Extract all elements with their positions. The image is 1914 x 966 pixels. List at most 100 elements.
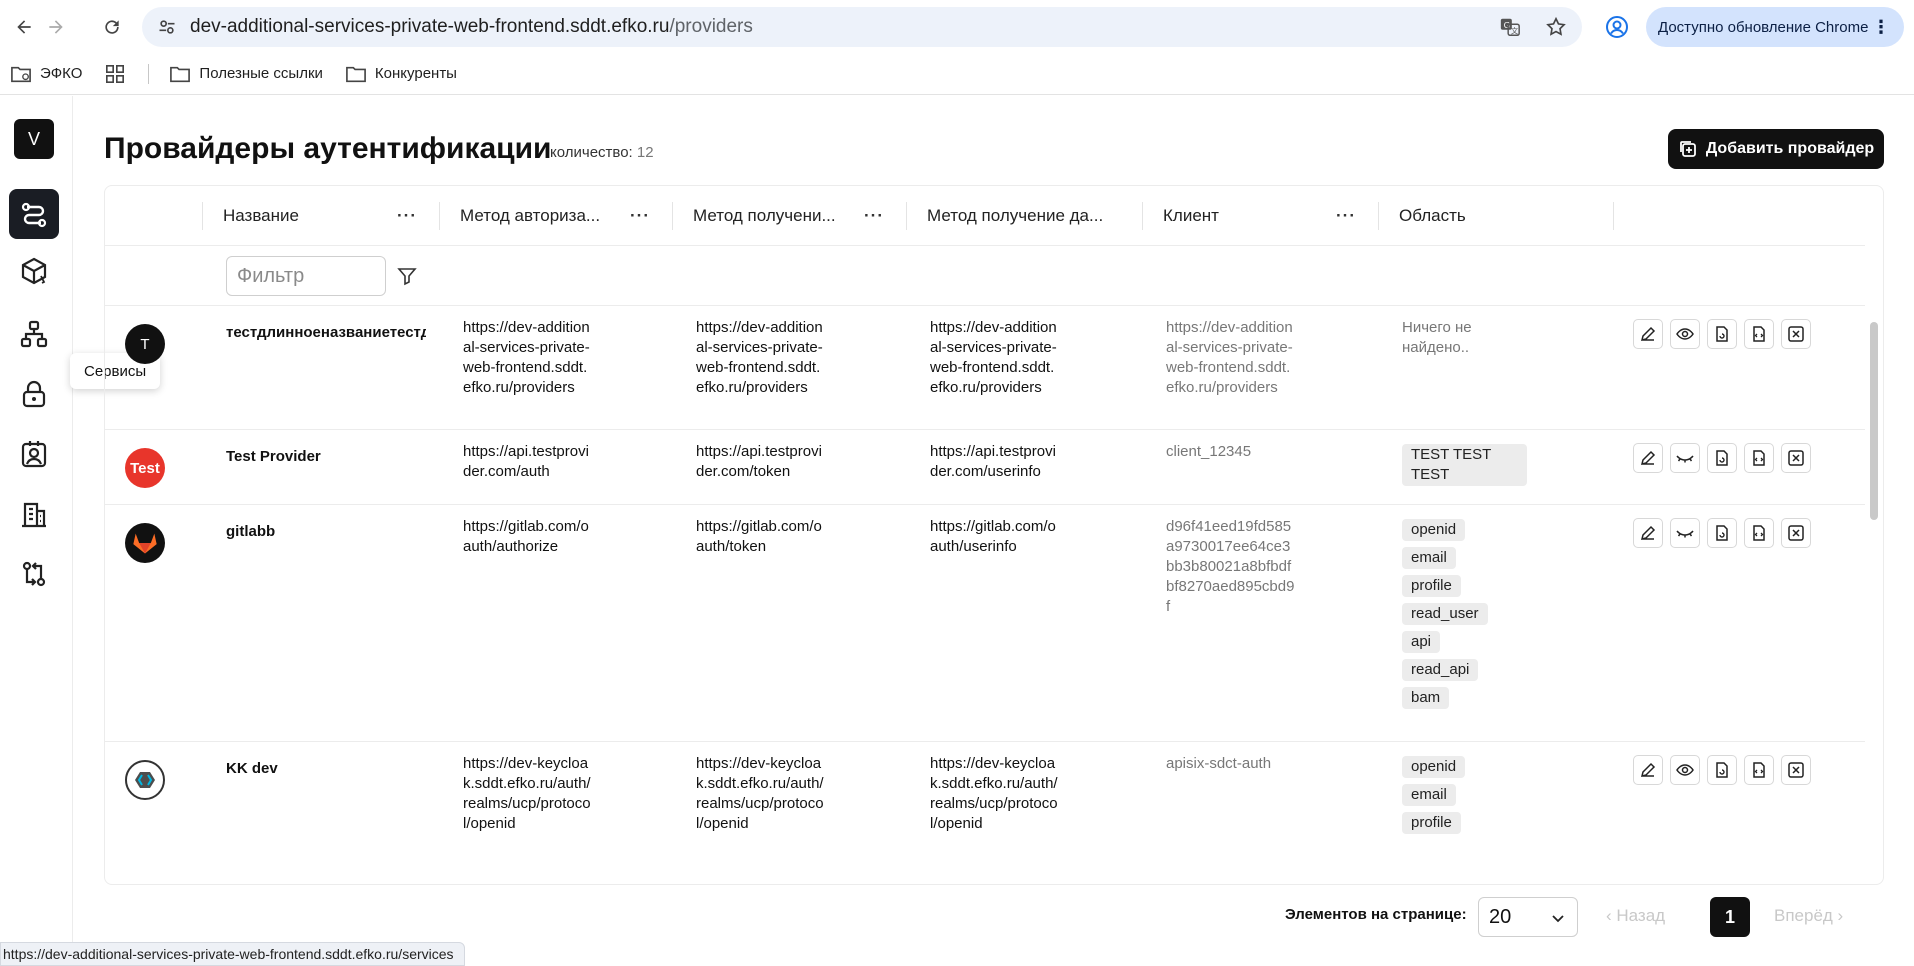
column-header-scope[interactable]: Область bbox=[1378, 186, 1613, 246]
scope-tag: read_user bbox=[1402, 603, 1488, 625]
bookmark-star-icon[interactable] bbox=[1544, 15, 1568, 39]
browser-toolbar: dev-additional-services-private-web-fron… bbox=[0, 0, 1914, 53]
profile-icon[interactable] bbox=[1603, 13, 1631, 41]
eye-icon bbox=[1676, 328, 1694, 340]
translate-icon[interactable]: G文 bbox=[1498, 15, 1522, 39]
sidebar-item-users[interactable] bbox=[9, 429, 59, 479]
bookmark-useful-links[interactable]: Полезные ссылки bbox=[169, 64, 323, 84]
sidebar-item-services[interactable] bbox=[9, 246, 59, 296]
column-menu-icon[interactable]: ··· bbox=[397, 206, 417, 226]
edit-button[interactable] bbox=[1633, 755, 1663, 785]
delete-button[interactable] bbox=[1781, 755, 1811, 785]
table-row[interactable]: KK dev https://dev-keycloak.sddt.efko.ru… bbox=[105, 742, 1865, 884]
site-settings-icon[interactable] bbox=[156, 16, 178, 38]
code-button[interactable] bbox=[1744, 319, 1774, 349]
edit-button[interactable] bbox=[1633, 443, 1663, 473]
provider-logo: T bbox=[125, 324, 165, 364]
file-code-icon bbox=[1753, 326, 1765, 342]
svg-text:文: 文 bbox=[1511, 26, 1519, 35]
per-page-select[interactable]: 20 bbox=[1478, 897, 1578, 937]
reload-icon bbox=[105, 20, 119, 34]
column-header-userinfo-method[interactable]: Метод получение да... bbox=[906, 186, 1142, 246]
cube-icon bbox=[21, 257, 47, 285]
token-url: https://api.testprovider.com/token bbox=[696, 443, 822, 480]
user-card-icon bbox=[21, 441, 47, 468]
add-square-icon bbox=[1679, 141, 1696, 157]
column-menu-icon[interactable]: ··· bbox=[630, 206, 650, 226]
prev-page-button[interactable]: ‹ Назад bbox=[1606, 906, 1665, 926]
delete-button[interactable] bbox=[1781, 319, 1811, 349]
file-sync-icon bbox=[1716, 525, 1728, 541]
edit-button[interactable] bbox=[1633, 319, 1663, 349]
eye-closed-icon bbox=[1676, 455, 1694, 463]
sidebar-item-security[interactable] bbox=[9, 369, 59, 419]
bookmark-competitors[interactable]: Конкуренты bbox=[345, 64, 457, 84]
visibility-button[interactable] bbox=[1670, 518, 1700, 548]
next-page-button[interactable]: Вперёд › bbox=[1774, 906, 1843, 926]
column-header-actions bbox=[1613, 186, 1865, 246]
copy-button[interactable] bbox=[1707, 755, 1737, 785]
delete-button[interactable] bbox=[1781, 443, 1811, 473]
close-square-icon bbox=[1788, 326, 1804, 342]
client-id: https://dev-additional-services-private-… bbox=[1166, 319, 1293, 396]
add-provider-button[interactable]: Добавить провайдер bbox=[1668, 129, 1884, 169]
column-menu-icon[interactable]: ··· bbox=[864, 206, 884, 226]
column-menu-icon[interactable]: ··· bbox=[1336, 206, 1356, 226]
copy-button[interactable] bbox=[1707, 319, 1737, 349]
url-text: dev-additional-services-private-web-fron… bbox=[190, 16, 753, 37]
filter-icon[interactable] bbox=[397, 266, 417, 286]
sidebar-item-integrations[interactable] bbox=[9, 549, 59, 599]
scroll-thumb[interactable] bbox=[1870, 322, 1878, 520]
bookmark-divider bbox=[148, 63, 150, 84]
auth-url: https://api.testprovider.com/auth bbox=[463, 443, 589, 480]
apps-grid-button[interactable] bbox=[104, 64, 126, 84]
sidebar-item-providers[interactable] bbox=[9, 189, 59, 239]
edit-button[interactable] bbox=[1633, 518, 1663, 548]
visibility-button[interactable] bbox=[1670, 319, 1700, 349]
file-sync-icon bbox=[1716, 326, 1728, 342]
lock-icon bbox=[22, 380, 46, 408]
forward-button[interactable] bbox=[42, 13, 70, 41]
user-avatar[interactable]: V bbox=[14, 119, 54, 159]
token-url: https://gitlab.com/oauth/token bbox=[696, 518, 822, 555]
visibility-button[interactable] bbox=[1670, 755, 1700, 785]
name-filter-input[interactable] bbox=[226, 256, 386, 296]
keycloak-logo-icon bbox=[135, 772, 155, 788]
table-row[interactable]: T тестдлинноеназваниетестдлинноеназвание… bbox=[105, 306, 1865, 430]
userinfo-url: https://gitlab.com/oauth/userinfo bbox=[930, 518, 1056, 555]
sidebar-item-organizations[interactable] bbox=[9, 489, 59, 539]
app-sidebar: V Сервисы bbox=[0, 96, 161, 966]
scope-tag: bam bbox=[1402, 687, 1450, 709]
column-header-auth-method[interactable]: Метод авториза... ··· bbox=[439, 186, 672, 246]
scope-tag: openid bbox=[1402, 756, 1466, 778]
table-scrollbar[interactable] bbox=[1869, 310, 1879, 880]
copy-button[interactable] bbox=[1707, 443, 1737, 473]
code-button[interactable] bbox=[1744, 443, 1774, 473]
copy-button[interactable] bbox=[1707, 518, 1737, 548]
visibility-button[interactable] bbox=[1670, 443, 1700, 473]
sidebar-item-structure[interactable] bbox=[9, 309, 59, 359]
code-button[interactable] bbox=[1744, 755, 1774, 785]
back-button[interactable] bbox=[10, 13, 38, 41]
menu-dots-icon: ⋮ bbox=[1872, 17, 1890, 37]
scope-tag: api bbox=[1402, 631, 1441, 653]
column-header-name[interactable]: Название ··· bbox=[202, 186, 439, 246]
scope-tag: email bbox=[1402, 547, 1456, 569]
bookmark-efko[interactable]: ЭФКО bbox=[10, 64, 82, 84]
delete-button[interactable] bbox=[1781, 518, 1811, 548]
column-header-client[interactable]: Клиент ··· bbox=[1142, 186, 1378, 246]
address-bar[interactable]: dev-additional-services-private-web-fron… bbox=[142, 7, 1582, 47]
code-button[interactable] bbox=[1744, 518, 1774, 548]
folder-icon bbox=[170, 66, 191, 82]
column-header-token-method[interactable]: Метод получени... ··· bbox=[672, 186, 906, 246]
client-id: d96f41eed19fd585a9730017ee64ce3bb3b80021… bbox=[1166, 518, 1295, 615]
gitlab-logo-icon bbox=[133, 533, 157, 554]
bookmarks-bar: ЭФКО Полезные ссылки Конкуренты bbox=[0, 53, 1914, 95]
table-row[interactable]: Test Test Provider https://api.testprovi… bbox=[105, 430, 1865, 505]
update-label: Доступно обновление Chrome bbox=[1658, 18, 1869, 36]
table-row[interactable]: gitlabb https://gitlab.com/oauth/authori… bbox=[105, 505, 1865, 742]
chrome-update-button[interactable]: Доступно обновление Chrome ⋮ bbox=[1646, 7, 1904, 47]
page-1-button[interactable]: 1 bbox=[1710, 897, 1750, 937]
client-id: client_12345 bbox=[1166, 443, 1252, 460]
reload-button[interactable] bbox=[98, 13, 126, 41]
